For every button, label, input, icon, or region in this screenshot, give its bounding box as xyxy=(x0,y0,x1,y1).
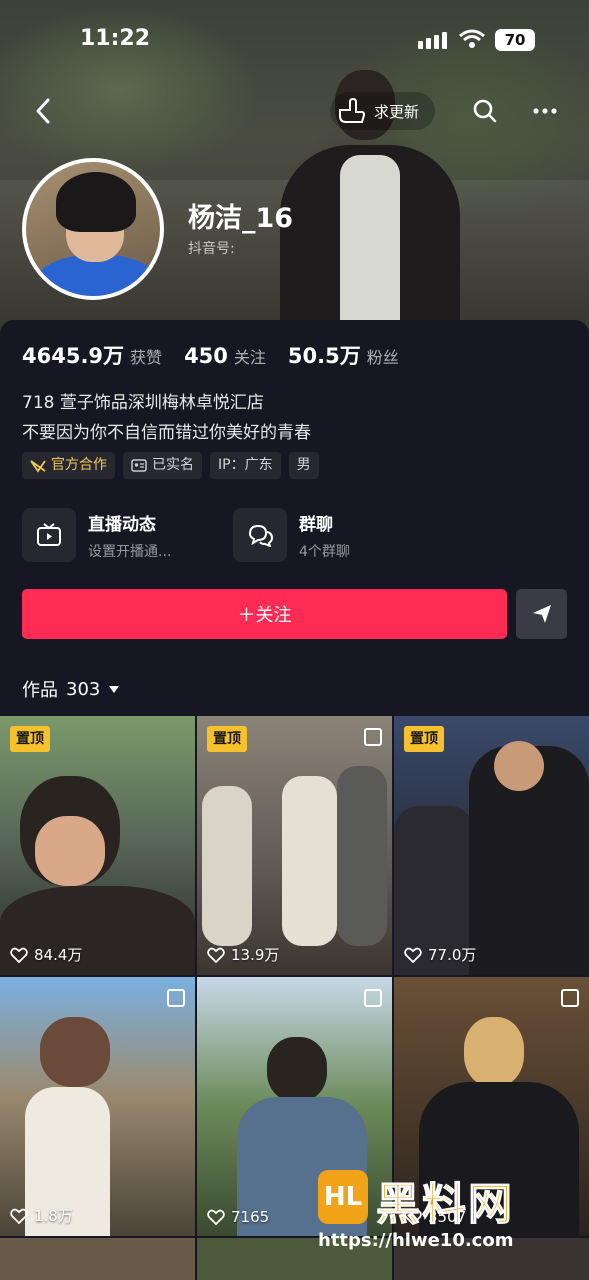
heart-icon xyxy=(404,947,422,963)
profile-stats: 4645.9万 获赞 450 关注 50.5万 粉丝 xyxy=(22,340,421,370)
pinned-badge: 置顶 xyxy=(10,726,50,752)
video-likes-count: 1.8万 xyxy=(34,1207,73,1225)
send-arrow-icon xyxy=(532,605,551,623)
heart-icon xyxy=(207,1209,225,1225)
tv-icon xyxy=(22,508,76,562)
caret-down-icon xyxy=(109,686,120,693)
status-bar: 11:22 70 xyxy=(0,24,589,58)
profile-page: 11:22 70 求更新 杨洁_16 抖音号: 4645.9万 获赞 450 关… xyxy=(0,0,589,1280)
followers-count: 50.5万 xyxy=(287,344,361,368)
watermark-url: https://hlwe10.com xyxy=(318,1230,514,1251)
profile-avatar[interactable] xyxy=(22,158,164,300)
live-updates-title: 直播动态 xyxy=(88,514,156,535)
video-likes: 1.8万 xyxy=(10,1205,73,1226)
site-watermark: HL 黑料网 https://hlwe10.com xyxy=(318,1168,568,1258)
battery-indicator: 70 xyxy=(495,29,535,51)
chat-bubbles-icon xyxy=(233,508,287,562)
live-updates-entry[interactable]: 直播动态 设置开播通... xyxy=(22,505,171,565)
verified-name-tag: 已实名 xyxy=(123,452,202,479)
video-tile-3[interactable]: 置顶 77.0万 xyxy=(394,716,589,975)
heart-icon xyxy=(207,947,225,963)
profile-username: 杨洁_16 xyxy=(188,203,294,234)
followers-label: 粉丝 xyxy=(366,348,399,367)
works-tab-count: 303 xyxy=(66,678,101,700)
share-button[interactable] xyxy=(516,589,567,639)
wifi-icon xyxy=(459,29,485,48)
followers-stat[interactable]: 50.5万 粉丝 xyxy=(288,340,399,370)
search-icon[interactable] xyxy=(468,94,502,128)
multi-image-icon xyxy=(364,728,382,746)
request-update-button[interactable]: 求更新 xyxy=(330,92,436,130)
verified-name-label: 已实名 xyxy=(152,457,194,473)
douyin-id-label: 抖音号: xyxy=(188,241,235,257)
multi-image-icon xyxy=(364,989,382,1007)
pointing-hand-icon xyxy=(339,98,366,123)
following-label: 关注 xyxy=(233,348,266,367)
video-likes-count: 7165 xyxy=(231,1208,270,1226)
partner-badge-icon xyxy=(30,459,46,473)
works-tab-label: 作品 xyxy=(22,680,58,701)
heart-icon xyxy=(10,1208,28,1224)
cellular-signal-icon xyxy=(418,32,447,49)
video-likes-count: 77.0万 xyxy=(428,946,477,964)
following-stat[interactable]: 450 关注 xyxy=(184,344,266,368)
video-tile-2[interactable]: 置顶 13.9万 xyxy=(197,716,392,975)
profile-bio: 718 萱子饰品深圳梅林卓悦汇店 不要因为你不自信而错过你美好的青春 xyxy=(22,388,311,448)
ip-location-label: IP：广东 xyxy=(218,457,273,473)
more-options-icon[interactable] xyxy=(528,94,562,128)
group-chat-subtitle: 4个群聊 xyxy=(299,543,350,560)
heart-icon xyxy=(10,947,28,963)
request-update-label: 求更新 xyxy=(374,102,420,121)
likes-count: 4645.9万 xyxy=(22,344,125,368)
status-time: 11:22 xyxy=(80,26,151,51)
likes-stat[interactable]: 4645.9万 获赞 xyxy=(22,340,162,370)
video-tile-7[interactable] xyxy=(0,1238,195,1280)
gender-tag: 男 xyxy=(288,452,319,479)
likes-label: 获赞 xyxy=(130,348,163,367)
follow-button[interactable]: ＋关注 xyxy=(22,589,507,639)
video-likes: 7165 xyxy=(207,1208,269,1226)
works-tab[interactable]: 作品 303 xyxy=(22,676,120,702)
multi-image-icon xyxy=(561,989,579,1007)
official-partner-tag[interactable]: 官方合作 xyxy=(22,452,115,479)
gender-label: 男 xyxy=(296,457,311,473)
back-arrow-icon[interactable] xyxy=(28,94,62,128)
group-chat-title: 群聊 xyxy=(299,514,333,535)
pinned-badge: 置顶 xyxy=(404,726,444,752)
follow-button-label: ＋关注 xyxy=(237,605,292,626)
video-tile-1[interactable]: 置顶 84.4万 xyxy=(0,716,195,975)
pinned-badge: 置顶 xyxy=(207,726,247,752)
group-chat-entry[interactable]: 群聊 4个群聊 xyxy=(233,505,350,565)
watermark-logo: HL xyxy=(318,1170,368,1224)
multi-image-icon xyxy=(167,989,185,1007)
profile-tags: 官方合作 已实名 IP：广东 男 xyxy=(22,452,319,479)
live-updates-subtitle: 设置开播通... xyxy=(88,543,172,560)
top-nav-bar: 求更新 xyxy=(0,88,589,134)
video-likes-count: 13.9万 xyxy=(231,946,280,964)
id-card-icon xyxy=(131,459,147,472)
video-likes-count: 84.4万 xyxy=(34,946,83,964)
video-likes: 84.4万 xyxy=(10,944,82,965)
video-tile-4[interactable]: 1.8万 xyxy=(0,977,195,1236)
following-count: 450 xyxy=(184,344,228,368)
watermark-title: 黑料网 xyxy=(376,1179,514,1231)
bio-line-1: 718 萱子饰品深圳梅林卓悦汇店 xyxy=(22,393,264,413)
video-likes: 13.9万 xyxy=(207,944,279,965)
video-likes: 77.0万 xyxy=(404,944,476,965)
bio-line-2: 不要因为你不自信而错过你美好的青春 xyxy=(22,423,311,443)
ip-location-tag: IP：广东 xyxy=(210,452,281,479)
official-partner-label: 官方合作 xyxy=(51,457,107,473)
